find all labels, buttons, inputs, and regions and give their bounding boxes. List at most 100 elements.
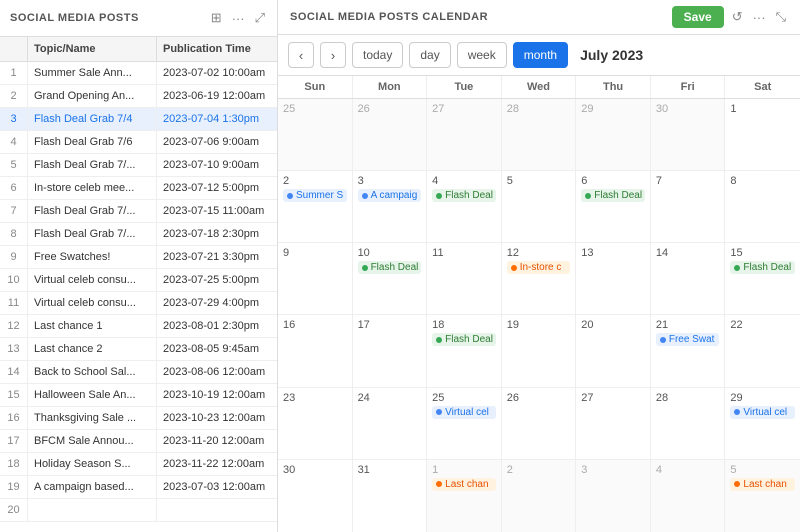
calendar-day[interactable]: 7 — [651, 171, 726, 242]
calendar-day[interactable]: 1 — [725, 99, 800, 170]
table-row[interactable]: 3 Flash Deal Grab 7/4 2023-07-04 1:30pm — [0, 108, 277, 131]
event-chip[interactable]: Summer S — [283, 189, 347, 202]
calendar-day[interactable]: 20 — [576, 315, 651, 386]
calendar-day[interactable]: 28 — [651, 388, 726, 459]
more-right-icon[interactable]: ··· — [751, 8, 768, 27]
next-month-button[interactable]: › — [320, 42, 346, 68]
table-row[interactable]: 12 Last chance 1 2023-08-01 2:30pm — [0, 315, 277, 338]
calendar-day[interactable]: 1Last chan — [427, 460, 502, 532]
event-chip[interactable]: Virtual cel — [432, 406, 496, 419]
table-row[interactable]: 19 A campaign based... 2023-07-03 12:00a… — [0, 476, 277, 499]
calendar-day[interactable]: 29 — [576, 99, 651, 170]
table-row[interactable]: 10 Virtual celeb consu... 2023-07-25 5:0… — [0, 269, 277, 292]
day-header: Thu — [576, 76, 651, 98]
calendar-day[interactable]: 17 — [353, 315, 428, 386]
calendar-day[interactable]: 25Virtual cel — [427, 388, 502, 459]
table-row[interactable]: 14 Back to School Sal... 2023-08-06 12:0… — [0, 361, 277, 384]
event-chip[interactable]: Flash Deal — [581, 189, 645, 202]
calendar-day[interactable]: 26 — [502, 388, 577, 459]
filter-icon[interactable]: ⊞ — [209, 8, 224, 28]
calendar-day[interactable]: 15Flash Deal — [725, 243, 800, 314]
event-chip[interactable]: Free Swat — [656, 333, 720, 346]
calendar-day[interactable]: 16 — [278, 315, 353, 386]
event-chip[interactable]: Flash Deal — [432, 333, 496, 346]
table-row[interactable]: 1 Summer Sale Ann... 2023-07-02 10:00am — [0, 62, 277, 85]
day-number: 23 — [283, 392, 347, 404]
prev-month-button[interactable]: ‹ — [288, 42, 314, 68]
event-chip[interactable]: A campaig — [358, 189, 422, 202]
save-button[interactable]: Save — [672, 6, 724, 28]
day-view-button[interactable]: day — [409, 42, 450, 68]
collapse-right-icon[interactable]: ⤡ — [774, 7, 788, 27]
calendar-day[interactable]: 18Flash Deal — [427, 315, 502, 386]
calendar-day[interactable]: 19 — [502, 315, 577, 386]
table-row[interactable]: 16 Thanksgiving Sale ... 2023-10-23 12:0… — [0, 407, 277, 430]
event-chip[interactable]: Virtual cel — [730, 406, 795, 419]
event-chip[interactable]: Flash Deal — [358, 261, 422, 274]
expand-icon[interactable]: ⤢ — [253, 8, 267, 28]
table-row[interactable]: 2 Grand Opening An... 2023-06-19 12:00am — [0, 85, 277, 108]
calendar-day[interactable]: 27 — [427, 99, 502, 170]
calendar-day[interactable]: 30 — [651, 99, 726, 170]
calendar-day[interactable]: 3A campaig — [353, 171, 428, 242]
today-button[interactable]: today — [352, 42, 403, 68]
event-chip[interactable]: Last chan — [432, 478, 496, 491]
calendar-day[interactable]: 8 — [725, 171, 800, 242]
calendar-day[interactable]: 22 — [725, 315, 800, 386]
day-number: 4 — [432, 175, 496, 187]
calendar-day[interactable]: 31 — [353, 460, 428, 532]
calendar-day[interactable]: 29 Virtual cel — [725, 388, 800, 459]
calendar-day[interactable]: 11 — [427, 243, 502, 314]
calendar-day[interactable]: 26 — [353, 99, 428, 170]
table-row[interactable]: 13 Last chance 2 2023-08-05 9:45am — [0, 338, 277, 361]
calendar-day[interactable]: 30 — [278, 460, 353, 532]
table-row[interactable]: 6 In-store celeb mee... 2023-07-12 5:00p… — [0, 177, 277, 200]
calendar-day[interactable]: 5Last chan — [725, 460, 800, 532]
week-view-button[interactable]: week — [457, 42, 507, 68]
calendar-day[interactable]: 9 — [278, 243, 353, 314]
calendar-day[interactable]: 25 — [278, 99, 353, 170]
event-label: Virtual cel — [445, 407, 489, 418]
table-row[interactable]: 7 Flash Deal Grab 7/... 2023-07-15 11:00… — [0, 200, 277, 223]
calendar-day[interactable]: 24 — [353, 388, 428, 459]
event-chip[interactable]: Flash Deal — [730, 261, 795, 274]
table-row[interactable]: 5 Flash Deal Grab 7/... 2023-07-10 9:00a… — [0, 154, 277, 177]
calendar-day[interactable]: 2Summer S — [278, 171, 353, 242]
table-row[interactable]: 8 Flash Deal Grab 7/... 2023-07-18 2:30p… — [0, 223, 277, 246]
calendar-day[interactable]: 5 — [502, 171, 577, 242]
event-label: Flash Deal — [371, 262, 419, 273]
calendar-day[interactable]: 28 — [502, 99, 577, 170]
row-num: 14 — [0, 361, 28, 383]
table-row[interactable]: 11 Virtual celeb consu... 2023-07-29 4:0… — [0, 292, 277, 315]
calendar-day[interactable]: 13 — [576, 243, 651, 314]
event-chip[interactable]: Last chan — [730, 478, 795, 491]
calendar-day[interactable]: 23 — [278, 388, 353, 459]
event-chip[interactable]: Flash Deal — [432, 189, 496, 202]
undo-icon[interactable]: ↺ — [730, 7, 745, 27]
row-time: 2023-07-12 5:00pm — [157, 177, 277, 199]
calendar-day[interactable]: 10Flash Deal — [353, 243, 428, 314]
calendar-day[interactable]: 4 Flash Deal — [427, 171, 502, 242]
row-name: Halloween Sale An... — [28, 384, 157, 406]
more-icon[interactable]: ··· — [230, 9, 247, 28]
table-row[interactable]: 20 — [0, 499, 277, 522]
event-chip[interactable]: In-store c — [507, 261, 571, 274]
day-number: 29 — [730, 392, 795, 404]
calendar-day[interactable]: 27 — [576, 388, 651, 459]
calendar-day[interactable]: 12In-store c — [502, 243, 577, 314]
row-name: BFCM Sale Annou... — [28, 430, 157, 452]
month-view-button[interactable]: month — [513, 42, 568, 68]
calendar-day[interactable]: 4 — [651, 460, 726, 532]
calendar-day[interactable]: 21Free Swat — [651, 315, 726, 386]
calendar-day[interactable]: 2 — [502, 460, 577, 532]
table-row[interactable]: 18 Holiday Season S... 2023-11-22 12:00a… — [0, 453, 277, 476]
table-row[interactable]: 4 Flash Deal Grab 7/6 2023-07-06 9:00am — [0, 131, 277, 154]
day-number: 25 — [283, 103, 347, 115]
table-row[interactable]: 15 Halloween Sale An... 2023-10-19 12:00… — [0, 384, 277, 407]
table-row[interactable]: 17 BFCM Sale Annou... 2023-11-20 12:00am — [0, 430, 277, 453]
calendar-day[interactable]: 6Flash Deal — [576, 171, 651, 242]
table-row[interactable]: 9 Free Swatches! 2023-07-21 3:30pm — [0, 246, 277, 269]
calendar-day[interactable]: 14 — [651, 243, 726, 314]
calendar-day[interactable]: 3 — [576, 460, 651, 532]
calendar-day-headers: SunMonTueWedThuFriSat — [278, 76, 800, 99]
